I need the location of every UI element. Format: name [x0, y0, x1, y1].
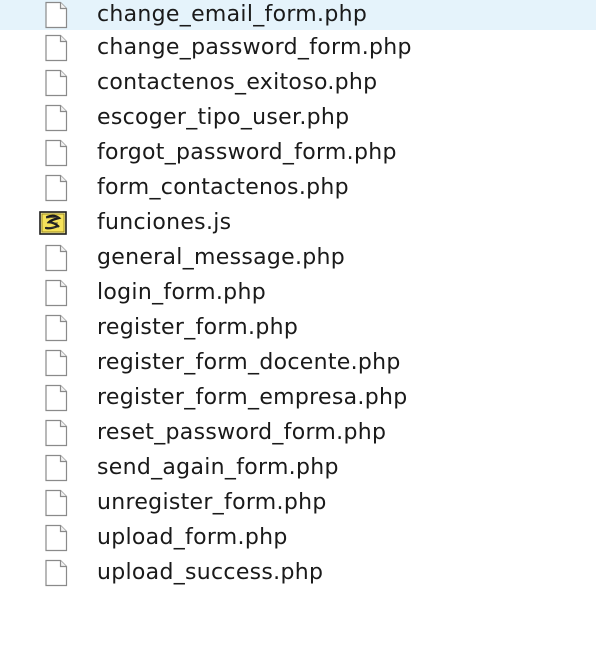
script-file-icon: [37, 209, 73, 237]
file-name: upload_form.php: [97, 524, 288, 550]
blank-file-icon: [37, 524, 73, 552]
blank-file-icon: [37, 349, 73, 377]
file-name: change_password_form.php: [97, 34, 412, 60]
file-name: register_form_docente.php: [97, 349, 401, 375]
file-name: funciones.js: [97, 209, 232, 235]
file-list: change_email_form.php change_password_for…: [0, 0, 596, 649]
blank-file-icon: [37, 419, 73, 447]
file-name: unregister_form.php: [97, 489, 327, 515]
file-name: register_form.php: [97, 314, 299, 340]
blank-file-icon: [37, 314, 73, 342]
file-item[interactable]: register_form_empresa.php: [0, 380, 596, 415]
file-item[interactable]: send_again_form.php: [0, 450, 596, 485]
file-item[interactable]: contactenos_exitoso.php: [0, 65, 596, 100]
file-item[interactable]: unregister_form.php: [0, 485, 596, 520]
file-item[interactable]: forgot_password_form.php: [0, 135, 596, 170]
blank-file-icon: [37, 384, 73, 412]
file-name: escoger_tipo_user.php: [97, 104, 350, 130]
blank-file-icon: [37, 244, 73, 272]
blank-file-icon: [37, 174, 73, 202]
blank-file-icon: [37, 454, 73, 482]
file-item[interactable]: general_message.php: [0, 240, 596, 275]
blank-file-icon: [37, 1, 73, 29]
file-name: form_contactenos.php: [97, 174, 349, 200]
file-item[interactable]: login_form.php: [0, 275, 596, 310]
file-item[interactable]: reset_password_form.php: [0, 415, 596, 450]
blank-file-icon: [37, 139, 73, 167]
file-name: register_form_empresa.php: [97, 384, 408, 410]
blank-file-icon: [37, 104, 73, 132]
file-name: send_again_form.php: [97, 454, 339, 480]
file-name: login_form.php: [97, 279, 266, 305]
blank-file-icon: [37, 69, 73, 97]
file-item[interactable]: upload_form.php: [0, 520, 596, 555]
blank-file-icon: [37, 279, 73, 307]
file-name: contactenos_exitoso.php: [97, 69, 378, 95]
file-item[interactable]: register_form_docente.php: [0, 345, 596, 380]
file-name: upload_success.php: [97, 559, 324, 585]
file-name: reset_password_form.php: [97, 419, 387, 445]
file-item[interactable]: funciones.js: [0, 205, 596, 240]
file-item[interactable]: change_password_form.php: [0, 30, 596, 65]
blank-file-icon: [37, 489, 73, 517]
file-item[interactable]: escoger_tipo_user.php: [0, 100, 596, 135]
blank-file-icon: [37, 34, 73, 62]
file-item[interactable]: register_form.php: [0, 310, 596, 345]
file-item[interactable]: form_contactenos.php: [0, 170, 596, 205]
file-name: change_email_form.php: [97, 2, 368, 27]
file-item[interactable]: change_email_form.php: [0, 0, 596, 30]
file-name: forgot_password_form.php: [97, 139, 397, 165]
file-item[interactable]: upload_success.php: [0, 555, 596, 590]
blank-file-icon: [37, 559, 73, 587]
file-name: general_message.php: [97, 244, 346, 270]
